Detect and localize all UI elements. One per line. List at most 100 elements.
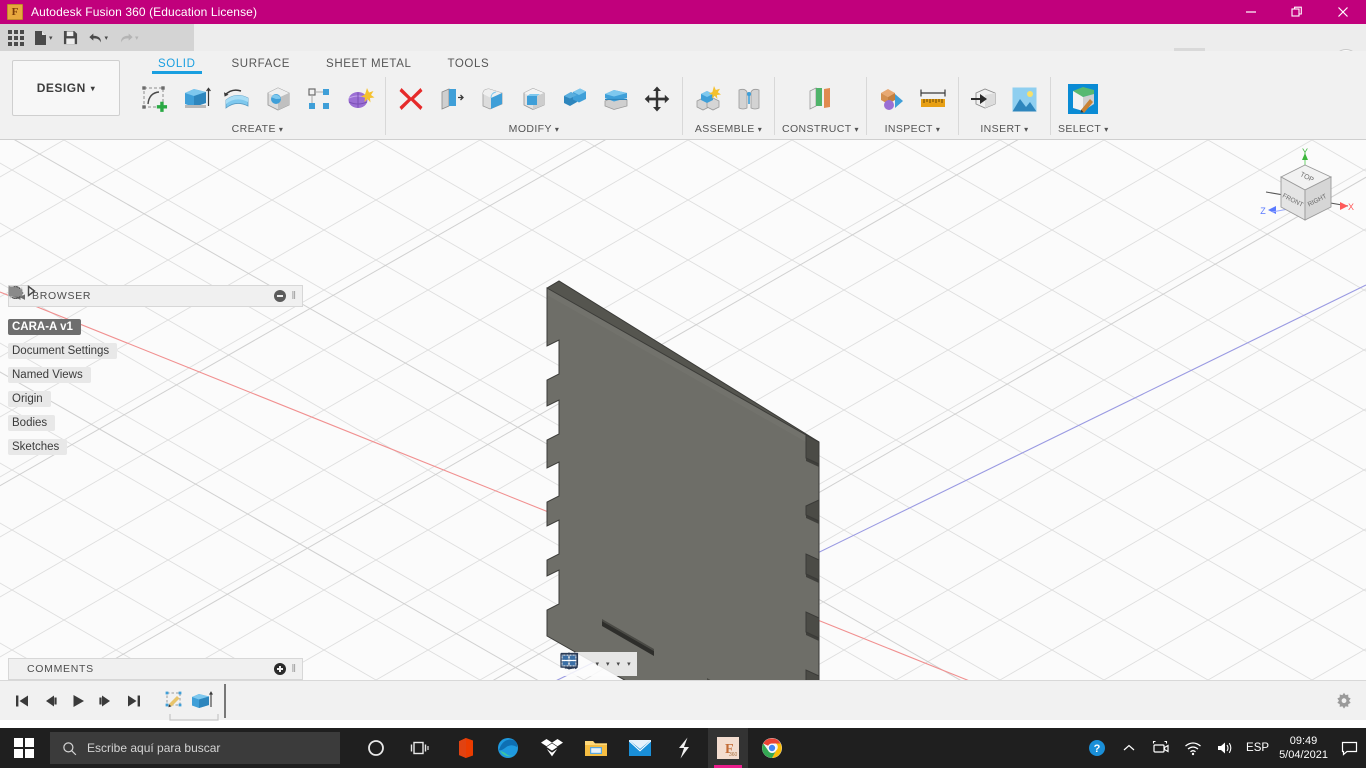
taskbar-cortana[interactable] [356,728,396,768]
zoom-button[interactable] [561,652,591,669]
maximize-restore-button[interactable] [1274,0,1320,24]
create-form-button[interactable] [342,80,378,118]
extrude-button[interactable] [178,80,214,118]
timeline-step-forward-button[interactable] [94,688,118,714]
pan-button[interactable] [562,653,585,670]
offset-face-button[interactable] [598,80,634,118]
taskbar-mail[interactable] [620,728,660,768]
panel-select-label[interactable]: SELECT ▾ [1058,123,1109,135]
panel-inspect-label[interactable]: INSPECT ▾ [885,123,941,135]
tray-expand-button[interactable] [1118,743,1140,753]
tree-row-bodies[interactable]: Bodies [8,285,303,435]
tab-tools[interactable]: TOOLS [429,51,507,75]
offset-face-icon [604,90,628,110]
tree-node-named-views[interactable]: Named Views [8,286,91,383]
insert-derive-button[interactable] [966,80,1002,118]
shell-button[interactable] [516,80,552,118]
create-sketch-button[interactable] [137,80,173,118]
save-button[interactable] [59,26,82,49]
tray-clock[interactable]: 09:49 5/04/2021 [1279,734,1328,762]
undo-button[interactable]: ▾ [84,26,113,49]
fillet-button[interactable] [475,80,511,118]
tree-node-origin[interactable]: Origin [8,286,51,407]
taskbar-google-chrome[interactable] [752,728,792,768]
measure-button[interactable] [915,80,951,118]
revolve-button[interactable] [219,80,255,118]
panel-modify-label[interactable]: MODIFY ▾ [509,123,560,135]
3d-viewport[interactable]: Y X Z TOP FRONT RIGHT ◂◂ BROWSER ‖ CARA-… [0,140,1366,680]
tree-row-root[interactable]: CARA-A v1 [8,285,303,339]
taskbar-office[interactable] [444,728,484,768]
grid-settings-button[interactable]: ▾ [561,654,623,669]
panel-insert-label[interactable]: INSERT ▾ [980,123,1028,135]
minus-circle-icon[interactable] [274,290,287,302]
tray-help-button[interactable]: ? [1086,739,1108,757]
tab-sheet-metal[interactable]: SHEET METAL [308,51,429,75]
display-settings-button[interactable]: ▾ [560,652,612,669]
sphere-button[interactable] [260,80,296,118]
taskbar-search-box[interactable]: Escribe aquí para buscar [50,732,340,764]
tree-node-document-settings[interactable]: Document Settings [8,285,118,359]
panel-assemble-label[interactable]: ASSEMBLE ▾ [695,123,762,135]
taskbar-microsoft-edge[interactable] [488,728,528,768]
combine-button[interactable] [557,80,593,118]
joint-button[interactable] [731,80,767,118]
pattern-button[interactable] [301,80,337,118]
timeline-marker[interactable] [224,683,226,718]
tree-node-sketches[interactable]: Sketches [8,286,68,455]
section-analysis-button[interactable] [874,80,910,118]
timeline-feature-sketch[interactable] [162,688,188,714]
select-button[interactable] [1065,80,1101,118]
app-grid-button[interactable] [4,26,28,49]
comments-panel[interactable]: COMMENTS ‖ [8,658,303,680]
new-component-icon [696,86,721,111]
timeline-go-to-end-button[interactable] [122,688,146,714]
timeline-play-button[interactable] [66,688,90,714]
close-button[interactable] [1320,0,1366,24]
offset-plane-button[interactable] [802,80,838,118]
move-copy-button[interactable] [639,80,675,118]
press-pull-button[interactable] [434,80,470,118]
redo-button[interactable]: ▾ [114,26,143,49]
grip-icon[interactable]: ‖ [291,663,296,675]
start-button[interactable] [0,728,48,768]
zoom-fit-button[interactable]: ▾ [561,653,602,670]
canvas-image-button[interactable] [1007,80,1043,118]
timeline-step-back-button[interactable] [38,688,62,714]
tree-label-document-settings: Document Settings [12,345,110,357]
plus-circle-icon[interactable] [274,663,287,675]
panel-create-label[interactable]: CREATE ▾ [232,123,284,135]
taskbar-file-explorer[interactable] [576,728,616,768]
tree-row-document-settings[interactable]: Document Settings [8,285,303,363]
tree-node-bodies[interactable]: Bodies [8,286,56,431]
tab-solid[interactable]: SOLID [140,51,214,75]
grip-icon[interactable]: ‖ [291,290,296,302]
taskbar-dropbox[interactable] [532,728,572,768]
tree-row-origin[interactable]: Origin [8,285,303,411]
delete-button[interactable] [393,80,429,118]
tree-node-cara-a[interactable]: CARA-A v1 [8,286,81,335]
taskbar-lightning-app[interactable] [664,728,704,768]
mail-icon [629,740,651,756]
timeline-feature-extrude[interactable] [188,688,214,714]
taskbar-task-view[interactable] [400,728,440,768]
tray-language[interactable]: ESP [1246,742,1269,754]
tray-network-button[interactable] [1182,741,1204,756]
viewports-button[interactable]: ▾ [560,653,633,669]
workspace-switcher-button[interactable]: DESIGN ▾ [12,60,120,116]
view-cube[interactable]: Y X Z TOP FRONT RIGHT [1248,144,1358,254]
panel-construct-label[interactable]: CONSTRUCT ▾ [782,123,859,135]
tray-meet-now-button[interactable] [1150,740,1172,756]
new-component-button[interactable] [690,80,726,118]
tray-volume-button[interactable] [1214,740,1236,756]
taskbar-fusion-360[interactable]: F 360 [708,728,748,768]
tray-action-center-button[interactable] [1338,741,1360,756]
new-file-button[interactable]: ▾ [30,26,57,49]
tree-row-sketches[interactable]: Sketches [8,285,303,459]
expand-arrow-closed-icon[interactable] [25,285,37,297]
timeline-go-to-beginning-button[interactable] [10,688,34,714]
tree-row-named-views[interactable]: Named Views [8,285,303,387]
minimize-button[interactable] [1228,0,1274,24]
timeline-settings-button[interactable] [1332,688,1356,714]
tab-surface[interactable]: SURFACE [214,51,309,75]
